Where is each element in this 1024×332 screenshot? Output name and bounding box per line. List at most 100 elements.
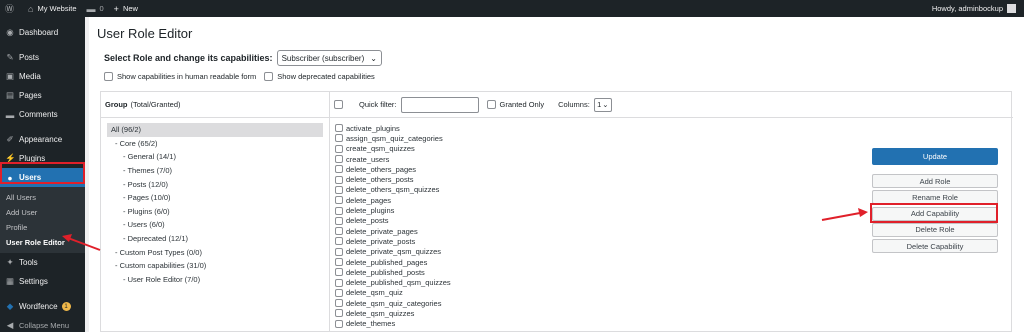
submenu-all-users[interactable]: All Users [0,190,85,205]
group-item[interactable]: - User Role Editor (7/0) [107,273,323,287]
group-item[interactable]: - Users (6/0) [107,218,323,232]
human-readable-checkbox[interactable] [104,72,113,81]
group-item[interactable]: - Posts (12/0) [107,177,323,191]
sidebar-item-comments[interactable]: ▬ Comments [0,105,85,124]
plus-icon: + [113,3,119,14]
group-item[interactable]: - Custom capabilities (31/0) [107,259,323,273]
submenu-add-user[interactable]: Add User [0,205,85,220]
submenu-label: Profile [6,223,28,232]
deprecated-checkbox[interactable] [264,72,274,81]
add-role-button[interactable]: Add Role [872,174,998,188]
capability-checkbox[interactable] [335,258,343,266]
capability-label: delete_published_qsm_quizzes [346,278,451,288]
submenu-label: Add User [6,208,38,217]
capability-checkbox[interactable] [335,237,343,246]
delete-capability-button[interactable]: Delete Capability [872,239,998,254]
capability-checkbox[interactable] [335,227,343,236]
sidebar-item-label: Dashboard [19,28,59,37]
sidebar-item-media[interactable]: ▣ Media [0,67,85,86]
notification-badge: 1 [61,302,71,311]
site-name-link[interactable]: ⌂ My Website [23,0,81,17]
capability-checkbox[interactable] [335,319,343,328]
sidebar-item-dashboard[interactable]: ◉ Dashboard [0,23,85,42]
capability-label: assign_qsm_quiz_categories [346,133,443,143]
capability-checkbox[interactable] [335,196,343,205]
group-item[interactable]: - Themes (7/0) [107,164,323,178]
capability-item: activate_plugins [335,123,451,133]
group-item[interactable]: - Plugins (6/0) [107,205,323,219]
capability-checkbox[interactable] [335,144,343,153]
editor-wrap: User Role Editor Select Role and change … [89,17,1024,332]
sidebar-item-plugins[interactable]: ⚡ Plugins [0,149,85,168]
users-submenu: All Users Add User Profile User Role Edi… [0,187,85,253]
capability-checkbox[interactable] [335,299,343,308]
capability-checkbox[interactable] [335,206,343,215]
wordpress-logo[interactable]: Ⓦ [0,0,23,17]
groups-header-sub: (Total/Granted) [130,100,181,109]
submenu-user-role-editor[interactable]: User Role Editor [0,235,85,250]
group-item-label: - Deprecated (12/1) [123,234,189,244]
pages-icon: ▤ [5,90,15,100]
chevron-down-icon: ⌄ [602,100,609,109]
update-button[interactable]: Update [872,148,998,165]
submenu-profile[interactable]: Profile [0,220,85,235]
quick-filter-input[interactable] [400,96,479,113]
group-item[interactable]: - Pages (10/0) [107,191,323,205]
columns-label: Columns: [558,100,590,109]
new-content-link[interactable]: + New [109,0,143,17]
appearance-icon: ✐ [6,134,14,144]
capability-item: delete_others_pages [335,164,451,174]
avatar [1007,4,1016,13]
capability-item: delete_private_pages [335,226,451,236]
submenu-label: User Role Editor [6,238,65,247]
plugins-icon: ⚡ [5,153,16,163]
group-item[interactable]: - Core (65/2) [107,137,323,151]
group-item[interactable]: - Custom Post Types (0/0) [107,245,323,259]
capability-label: delete_pages [346,195,392,205]
select-all-checkbox[interactable] [334,100,343,109]
capability-checkbox[interactable] [335,124,343,133]
group-item-label: All (96/2) [111,125,142,135]
group-item[interactable]: - General (14/1) [107,150,323,164]
capability-checkbox[interactable] [335,155,343,164]
granted-only-checkbox[interactable] [486,100,496,109]
capability-checkbox[interactable] [335,309,343,318]
capability-checkbox[interactable] [335,185,343,194]
sidebar-item-users[interactable]: ● Users [0,168,85,187]
capability-checkbox[interactable] [335,216,343,225]
capability-item: delete_plugins [335,205,451,215]
sidebar-item-tools[interactable]: ✦ Tools [0,253,85,272]
group-item-label: - Themes (7/0) [123,166,173,176]
role-select[interactable]: Subscriber (subscriber) ⌄ [276,50,382,66]
group-item[interactable]: - Deprecated (12/1) [107,232,323,246]
sidebar-item-settings[interactable]: ▦ Settings [0,272,85,291]
columns-select[interactable]: 1 ⌄ [593,97,612,112]
sidebar-item-appearance[interactable]: ✐ Appearance [0,130,85,149]
capability-label: delete_published_posts [346,267,425,277]
capability-checkbox[interactable] [335,134,343,143]
add-capability-button[interactable]: Add Capability [872,206,998,221]
capability-label: delete_others_qsm_quizzes [346,185,440,195]
sidebar-item-pages[interactable]: ▤ Pages [0,86,85,105]
sidebar-item-label: Settings [19,277,48,286]
delete-role-button[interactable]: Delete Role [872,222,998,237]
collapse-menu-button[interactable]: ◀ Collapse Menu [0,316,85,332]
sidebar-item-wordfence[interactable]: ◆ Wordfence 1 [0,297,85,316]
sidebar-item-posts[interactable]: ✎ Posts [0,48,85,67]
capability-checkbox[interactable] [335,175,343,184]
media-icon: ▣ [5,71,15,81]
capability-checkbox[interactable] [335,288,343,297]
capability-checkbox[interactable] [335,247,343,256]
sidebar-item-label: Wordfence [19,302,58,311]
rename-role-button[interactable]: Rename Role [872,190,998,205]
capability-item: delete_posts [335,216,451,226]
capability-checkbox[interactable] [335,268,343,277]
groups-column: Group (Total/Granted) All (96/2) - Core (… [101,92,330,332]
group-item[interactable]: All (96/2) [107,123,323,137]
comments-link[interactable]: ▬ 0 [82,0,109,17]
capability-checkbox[interactable] [335,165,343,174]
capability-checkbox[interactable] [335,278,343,287]
capability-item: delete_pages [335,195,451,205]
account-menu[interactable]: Howdy, adminbockup [932,4,1024,13]
role-select-row: Select Role and change its capabilities:… [104,50,382,66]
